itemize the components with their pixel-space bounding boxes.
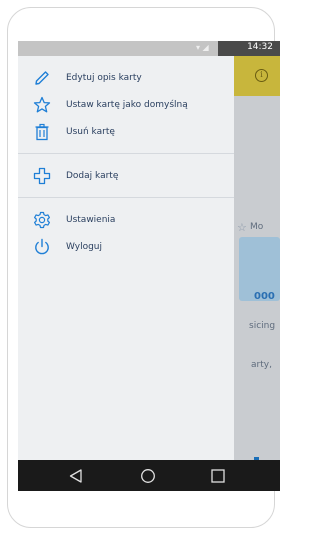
status-time: 14:32 [247,42,273,52]
menu-item-set-default[interactable]: Ustaw kartę jako domyślną [18,91,234,119]
home-icon[interactable] [140,468,156,484]
status-bar: ▾ ◢ 14:32 [18,41,280,56]
menu-item-settings[interactable]: Ustawienia [18,206,234,234]
menu-item-delete-card[interactable]: Usuń kartę [18,118,234,146]
status-bar-clock-area: 14:32 [218,41,280,56]
menu-item-edit-description[interactable]: Edytuj opis karty [18,64,234,92]
background-card-amount: 000 [254,291,275,302]
menu-item-label: Wyloguj [66,242,102,252]
info-icon[interactable]: i [255,69,268,82]
wifi-signal-icon: ▾ ◢ [196,43,209,52]
back-icon[interactable] [68,468,84,484]
background-text: Mo [250,222,264,232]
trash-icon [33,123,51,141]
power-icon [33,238,51,256]
pencil-icon [33,69,51,87]
menu-item-label: Usuń kartę [66,127,115,137]
plus-icon [33,167,51,185]
screen: i ☆ Mo 000 sicing arty, ▾ ◢ 14:32 Edytuj… [18,41,280,491]
menu-item-label: Ustawienia [66,215,116,225]
menu-item-logout[interactable]: Wyloguj [18,233,234,261]
menu-item-label: Ustaw kartę jako domyślną [66,100,188,110]
menu-item-label: Edytuj opis karty [66,73,142,83]
menu-item-add-card[interactable]: Dodaj kartę [18,162,234,190]
divider [18,153,234,154]
divider [18,197,234,198]
background-text: arty, [251,360,272,370]
system-navigation-bar [18,460,280,491]
background-text: sicing [249,321,276,331]
navigation-drawer: Edytuj opis karty Ustaw kartę jako domyś… [18,56,234,460]
star-icon [33,96,51,114]
star-icon: ☆ [237,221,247,234]
gear-icon [33,211,51,229]
recent-apps-icon[interactable] [210,468,226,484]
menu-item-label: Dodaj kartę [66,171,119,181]
